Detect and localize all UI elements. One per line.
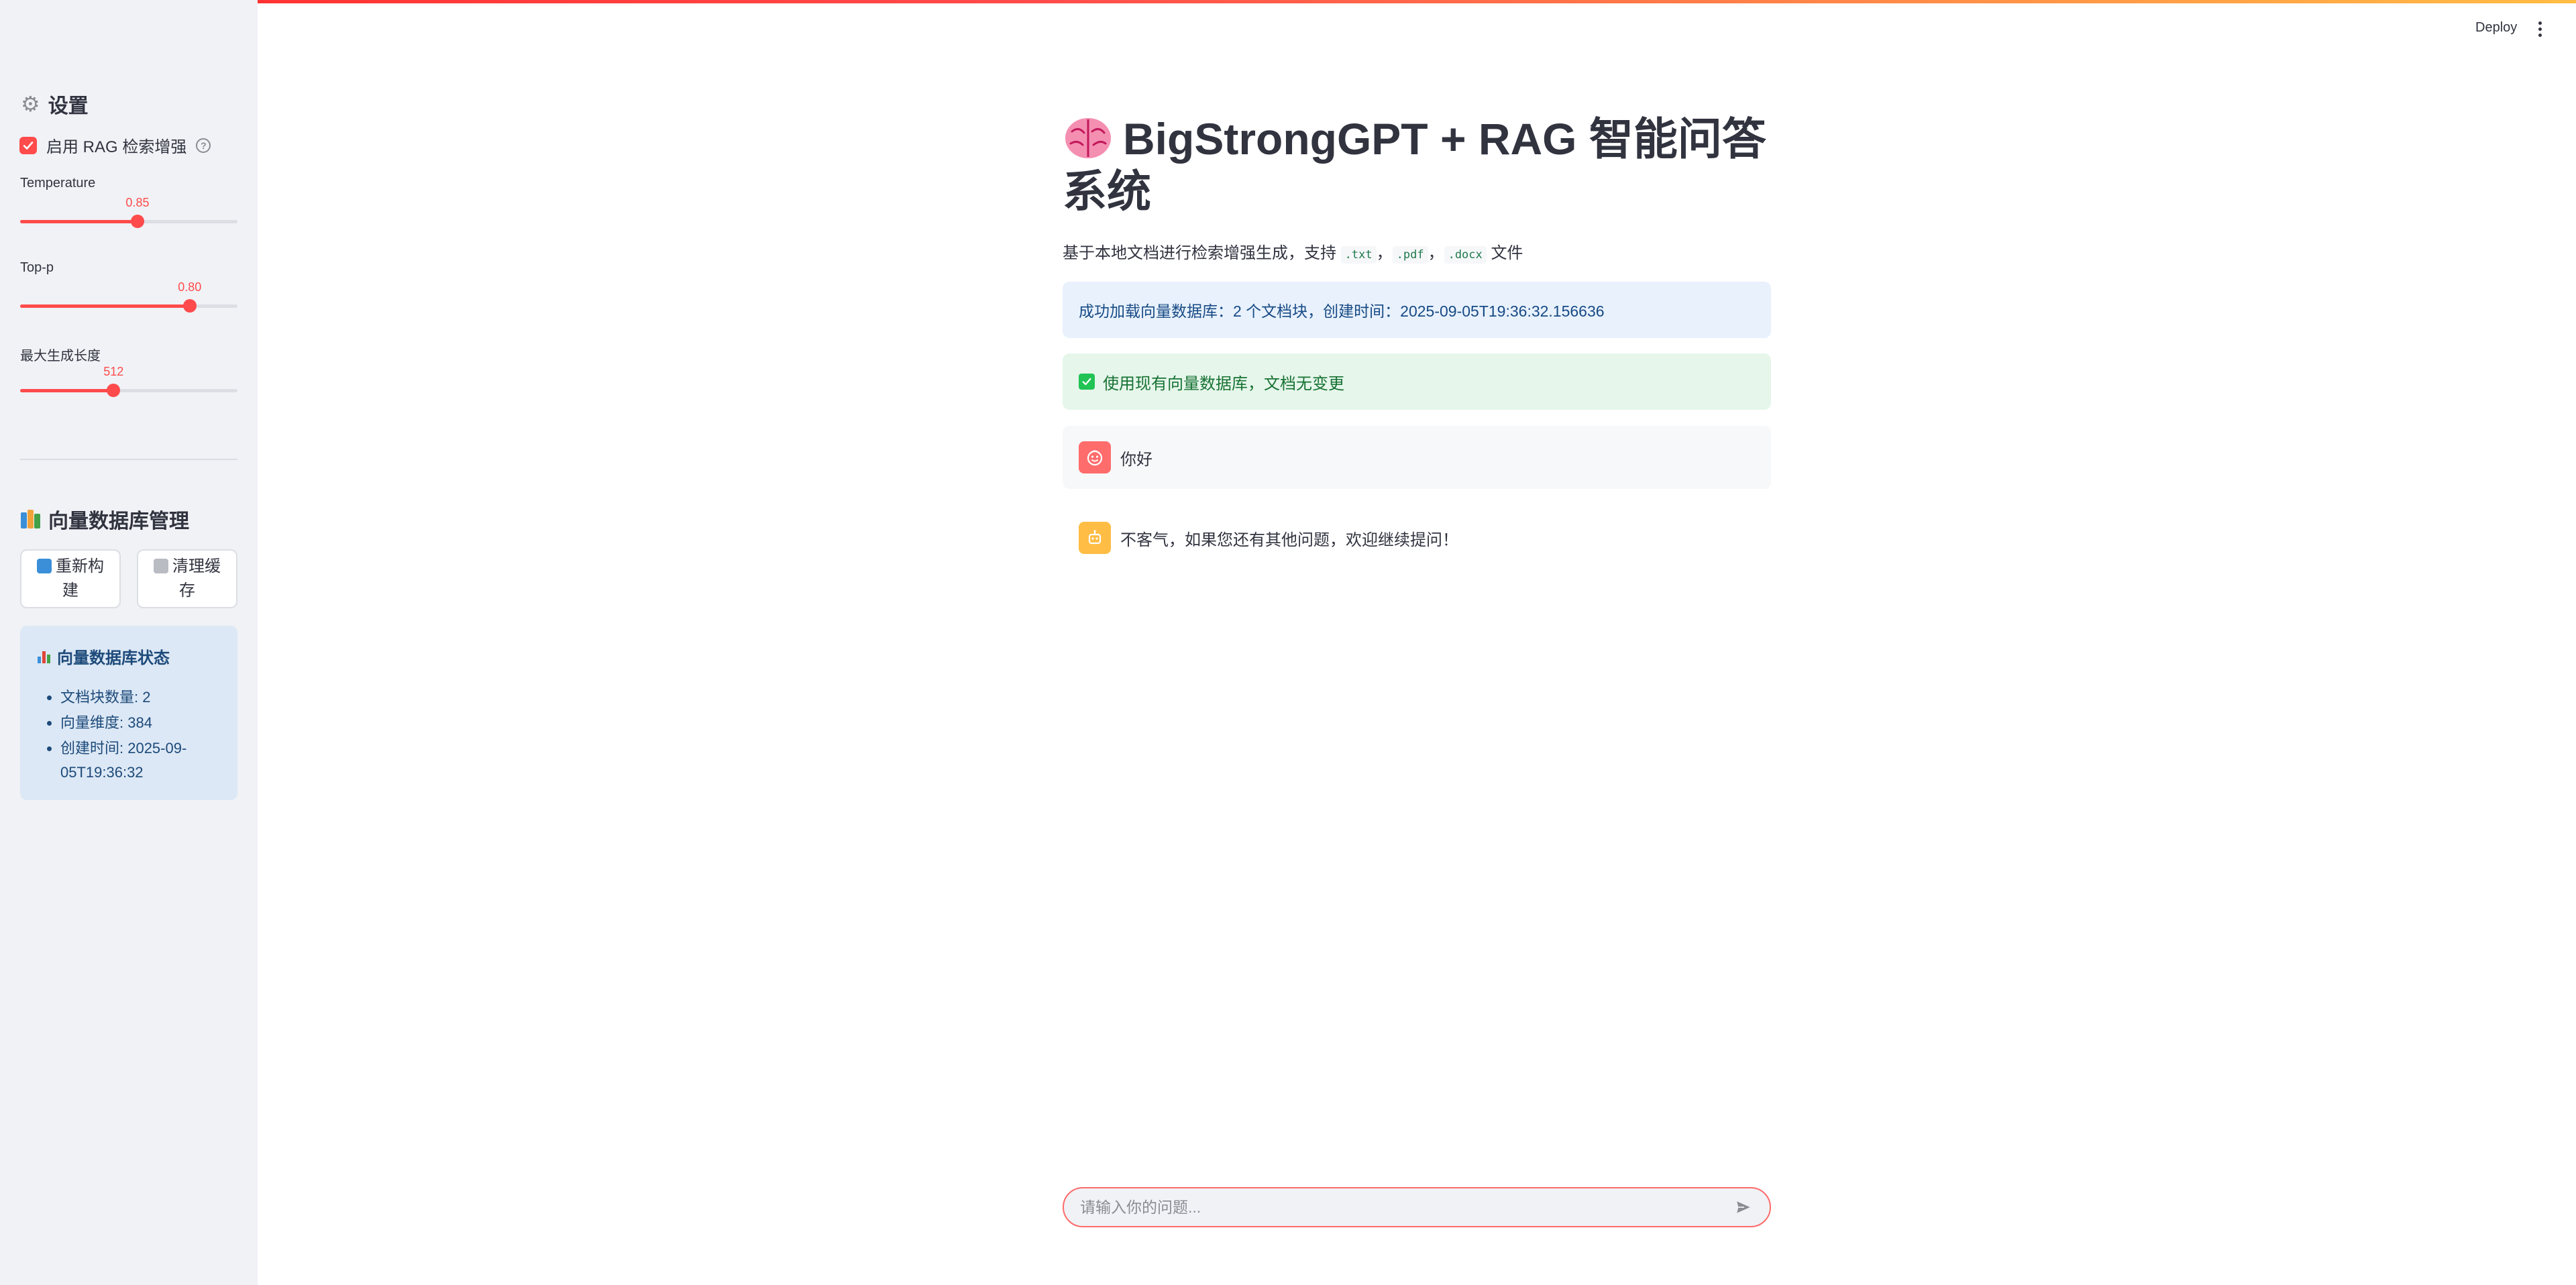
chat-message-text: 你好 — [1120, 450, 1152, 469]
send-icon[interactable] — [1733, 1197, 1754, 1217]
page-title: BigStrongGPT + RAG 智能问答系统 — [1063, 113, 1774, 217]
slider-fill — [20, 304, 190, 308]
kebab-menu-icon[interactable] — [2538, 21, 2542, 37]
chat-message-assistant: 不客气，如果您还有其他问题，欢迎继续提问！ — [1063, 506, 1771, 569]
db-status-list: 文档块数量: 2 向量维度: 384 创建时间: 2025-09-05T19:3… — [38, 685, 220, 785]
trash-icon — [154, 559, 168, 573]
settings-title: 设置 — [48, 95, 89, 117]
page-subtitle: 基于本地文档进行检索增强生成，支持 .txt， .pdf， .docx 文件 — [1063, 239, 1523, 264]
question-circle-icon[interactable]: ? — [196, 137, 211, 153]
slider-thumb[interactable] — [182, 299, 197, 313]
rebuild-label: 重新构建 — [56, 557, 104, 600]
brain-icon — [1065, 118, 1111, 158]
db-management-title: 向量数据库管理 — [48, 510, 189, 533]
settings-header: ⚙ 设置 — [21, 89, 89, 119]
user-face-icon — [1079, 441, 1111, 473]
format-txt: .txt — [1340, 246, 1377, 264]
sidebar-divider — [20, 459, 237, 460]
format-docx: .docx — [1444, 246, 1487, 264]
slider-label: Temperature — [20, 176, 96, 190]
check-icon — [23, 141, 34, 150]
db-status-title: 向量数据库状态 — [57, 649, 170, 667]
subtitle-separator: ， — [1376, 244, 1393, 262]
rag-checkbox-label: 启用 RAG 检索增强 — [46, 138, 187, 156]
slider-track[interactable] — [20, 299, 237, 313]
books-icon — [21, 510, 40, 528]
chat-input-bar — [1063, 1187, 1771, 1227]
chat-message-text: 不客气，如果您还有其他问题，欢迎继续提问！ — [1120, 530, 1458, 549]
rag-checkbox-row[interactable]: 启用 RAG 检索增强 ? — [19, 133, 211, 157]
top-p-slider[interactable]: Top-p 0.80 — [20, 260, 237, 313]
refresh-icon — [37, 559, 52, 573]
bar-chart-icon — [38, 650, 50, 663]
subtitle-suffix: 文件 — [1491, 244, 1523, 262]
subtitle-text: 基于本地文档进行检索增强生成，支持 — [1063, 244, 1336, 262]
slider-value: 0.80 — [178, 280, 202, 294]
status-item-chunks: 文档块数量: 2 — [60, 685, 220, 710]
chat-message-user: 你好 — [1063, 426, 1771, 489]
slider-label: 最大生成长度 — [20, 349, 101, 364]
temperature-slider[interactable]: Temperature 0.85 — [20, 176, 237, 228]
deploy-button[interactable]: Deploy — [2475, 20, 2517, 36]
rebuild-button[interactable]: 重新构建 — [20, 549, 121, 608]
slider-thumb[interactable] — [107, 384, 121, 397]
chat-input[interactable] — [1080, 1198, 1733, 1217]
clear-cache-label: 清理缓存 — [172, 557, 221, 600]
success-alert: 使用现有向量数据库，文档无变更 — [1063, 353, 1771, 410]
slider-value: 0.85 — [125, 196, 150, 209]
db-status-box: 向量数据库状态 文档块数量: 2 向量维度: 384 创建时间: 2025-09… — [20, 626, 237, 800]
clear-cache-button[interactable]: 清理缓存 — [137, 549, 237, 608]
robot-icon — [1079, 522, 1111, 554]
subtitle-separator: ， — [1428, 244, 1444, 262]
format-pdf: .pdf — [1392, 246, 1428, 264]
slider-value: 512 — [103, 365, 124, 378]
slider-track[interactable] — [20, 215, 237, 228]
info-alert-text: 成功加载向量数据库：2 个文档块，创建时间：2025-09-05T19:36:3… — [1079, 302, 1605, 320]
gear-icon: ⚙ — [21, 92, 40, 116]
max-length-slider[interactable]: 最大生成长度 512 — [20, 345, 237, 397]
rag-checkbox[interactable] — [19, 136, 37, 154]
slider-fill — [20, 220, 138, 223]
slider-fill — [20, 389, 114, 392]
page-title-text: BigStrongGPT + RAG 智能问答系统 — [1063, 114, 1766, 216]
status-item-created: 创建时间: 2025-09-05T19:36:32 — [60, 736, 220, 785]
slider-track[interactable] — [20, 384, 237, 397]
slider-thumb[interactable] — [130, 215, 144, 228]
status-item-dimension: 向量维度: 384 — [60, 711, 220, 735]
sidebar: ⚙ 设置 启用 RAG 检索增强 ? Temperature 0.85 Top-… — [0, 0, 258, 1285]
db-management-header: 向量数据库管理 — [21, 504, 189, 534]
top-decoration-bar — [0, 0, 2576, 3]
slider-label: Top-p — [20, 260, 54, 275]
info-alert: 成功加载向量数据库：2 个文档块，创建时间：2025-09-05T19:36:3… — [1063, 282, 1771, 338]
db-status-title-row: 向量数据库状态 — [38, 645, 220, 668]
check-square-icon — [1079, 374, 1095, 390]
success-alert-text: 使用现有向量数据库，文档无变更 — [1103, 374, 1344, 393]
